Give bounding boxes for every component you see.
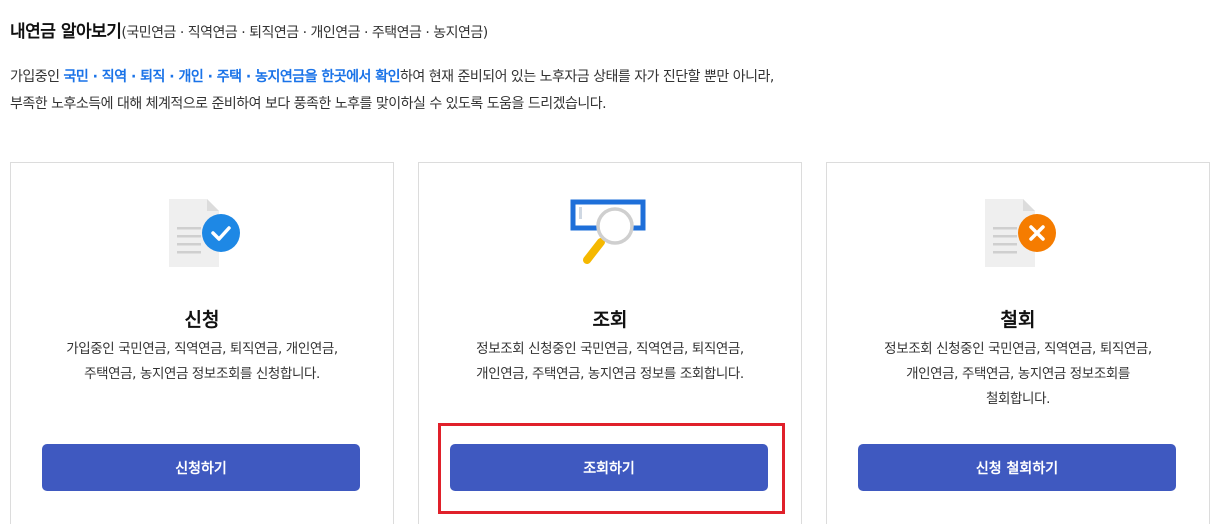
intro-prefix: 가입중인 (10, 69, 64, 85)
focus-highlight-box (438, 423, 785, 514)
withdraw-card: 철회 정보조회 신청중인 국민연금, 직역연금, 퇴직연금, 개인연금, 주택연… (826, 162, 1210, 524)
intro-highlight: 국민 · 직역 · 퇴직 · 개인 · 주택 · 농지연금을 한곳에서 확인 (63, 69, 401, 85)
inquiry-card-title: 조회 (592, 309, 628, 331)
withdraw-desc-line-3: 철회합니다. (986, 391, 1050, 407)
search-magnifier-icon (419, 193, 801, 273)
intro-line-2: 부족한 노후소득에 대해 체계적으로 준비하여 보다 풍족한 노후를 맞이하실 … (10, 96, 607, 112)
page-subtitle: (국민연금 · 직역연금 · 퇴직연금 · 개인연금 · 주택연금 · 농지연금… (121, 25, 488, 41)
page-title-line: 내연금 알아보기(국민연금 · 직역연금 · 퇴직연금 · 개인연금 · 주택연… (10, 20, 488, 45)
inquiry-desc-line-1: 정보조회 신청중인 국민연금, 직역연금, 퇴직연금, (476, 341, 744, 357)
apply-desc-line-1: 가입중인 국민연금, 직역연금, 퇴직연금, 개인연금, (66, 341, 338, 357)
document-cancel-icon (827, 193, 1209, 273)
intro-suffix: 하여 현재 준비되어 있는 노후자금 상태를 자가 진단할 뿐만 아니라, (400, 69, 774, 85)
withdraw-card-title: 철회 (1000, 309, 1036, 331)
document-check-icon (11, 193, 393, 273)
apply-card: 신청 가입중인 국민연금, 직역연금, 퇴직연금, 개인연금, 주택연금, 농지… (10, 162, 394, 524)
inquiry-card-description: 정보조회 신청중인 국민연금, 직역연금, 퇴직연금, 개인연금, 주택연금, … (439, 337, 781, 387)
intro-line-1: 가입중인 국민 · 직역 · 퇴직 · 개인 · 주택 · 농지연금을 한곳에서… (10, 64, 774, 91)
withdraw-card-description: 정보조회 신청중인 국민연금, 직역연금, 퇴직연금, 개인연금, 주택연금, … (847, 337, 1189, 412)
apply-button[interactable]: 신청하기 (42, 444, 360, 491)
intro-description: 가입중인 국민 · 직역 · 퇴직 · 개인 · 주택 · 농지연금을 한곳에서… (10, 64, 774, 118)
apply-card-description: 가입중인 국민연금, 직역연금, 퇴직연금, 개인연금, 주택연금, 농지연금 … (31, 337, 373, 387)
inquiry-desc-line-2: 개인연금, 주택연금, 농지연금 정보를 조회합니다. (476, 366, 744, 382)
withdraw-desc-line-2: 개인연금, 주택연금, 농지연금 정보조회를 (906, 366, 1130, 382)
page-title: 내연금 알아보기 (10, 22, 122, 42)
apply-card-title: 신청 (184, 309, 220, 331)
withdraw-button[interactable]: 신청 철회하기 (858, 444, 1176, 491)
apply-desc-line-2: 주택연금, 농지연금 정보조회를 신청합니다. (84, 366, 320, 382)
withdraw-desc-line-1: 정보조회 신청중인 국민연금, 직역연금, 퇴직연금, (884, 341, 1152, 357)
